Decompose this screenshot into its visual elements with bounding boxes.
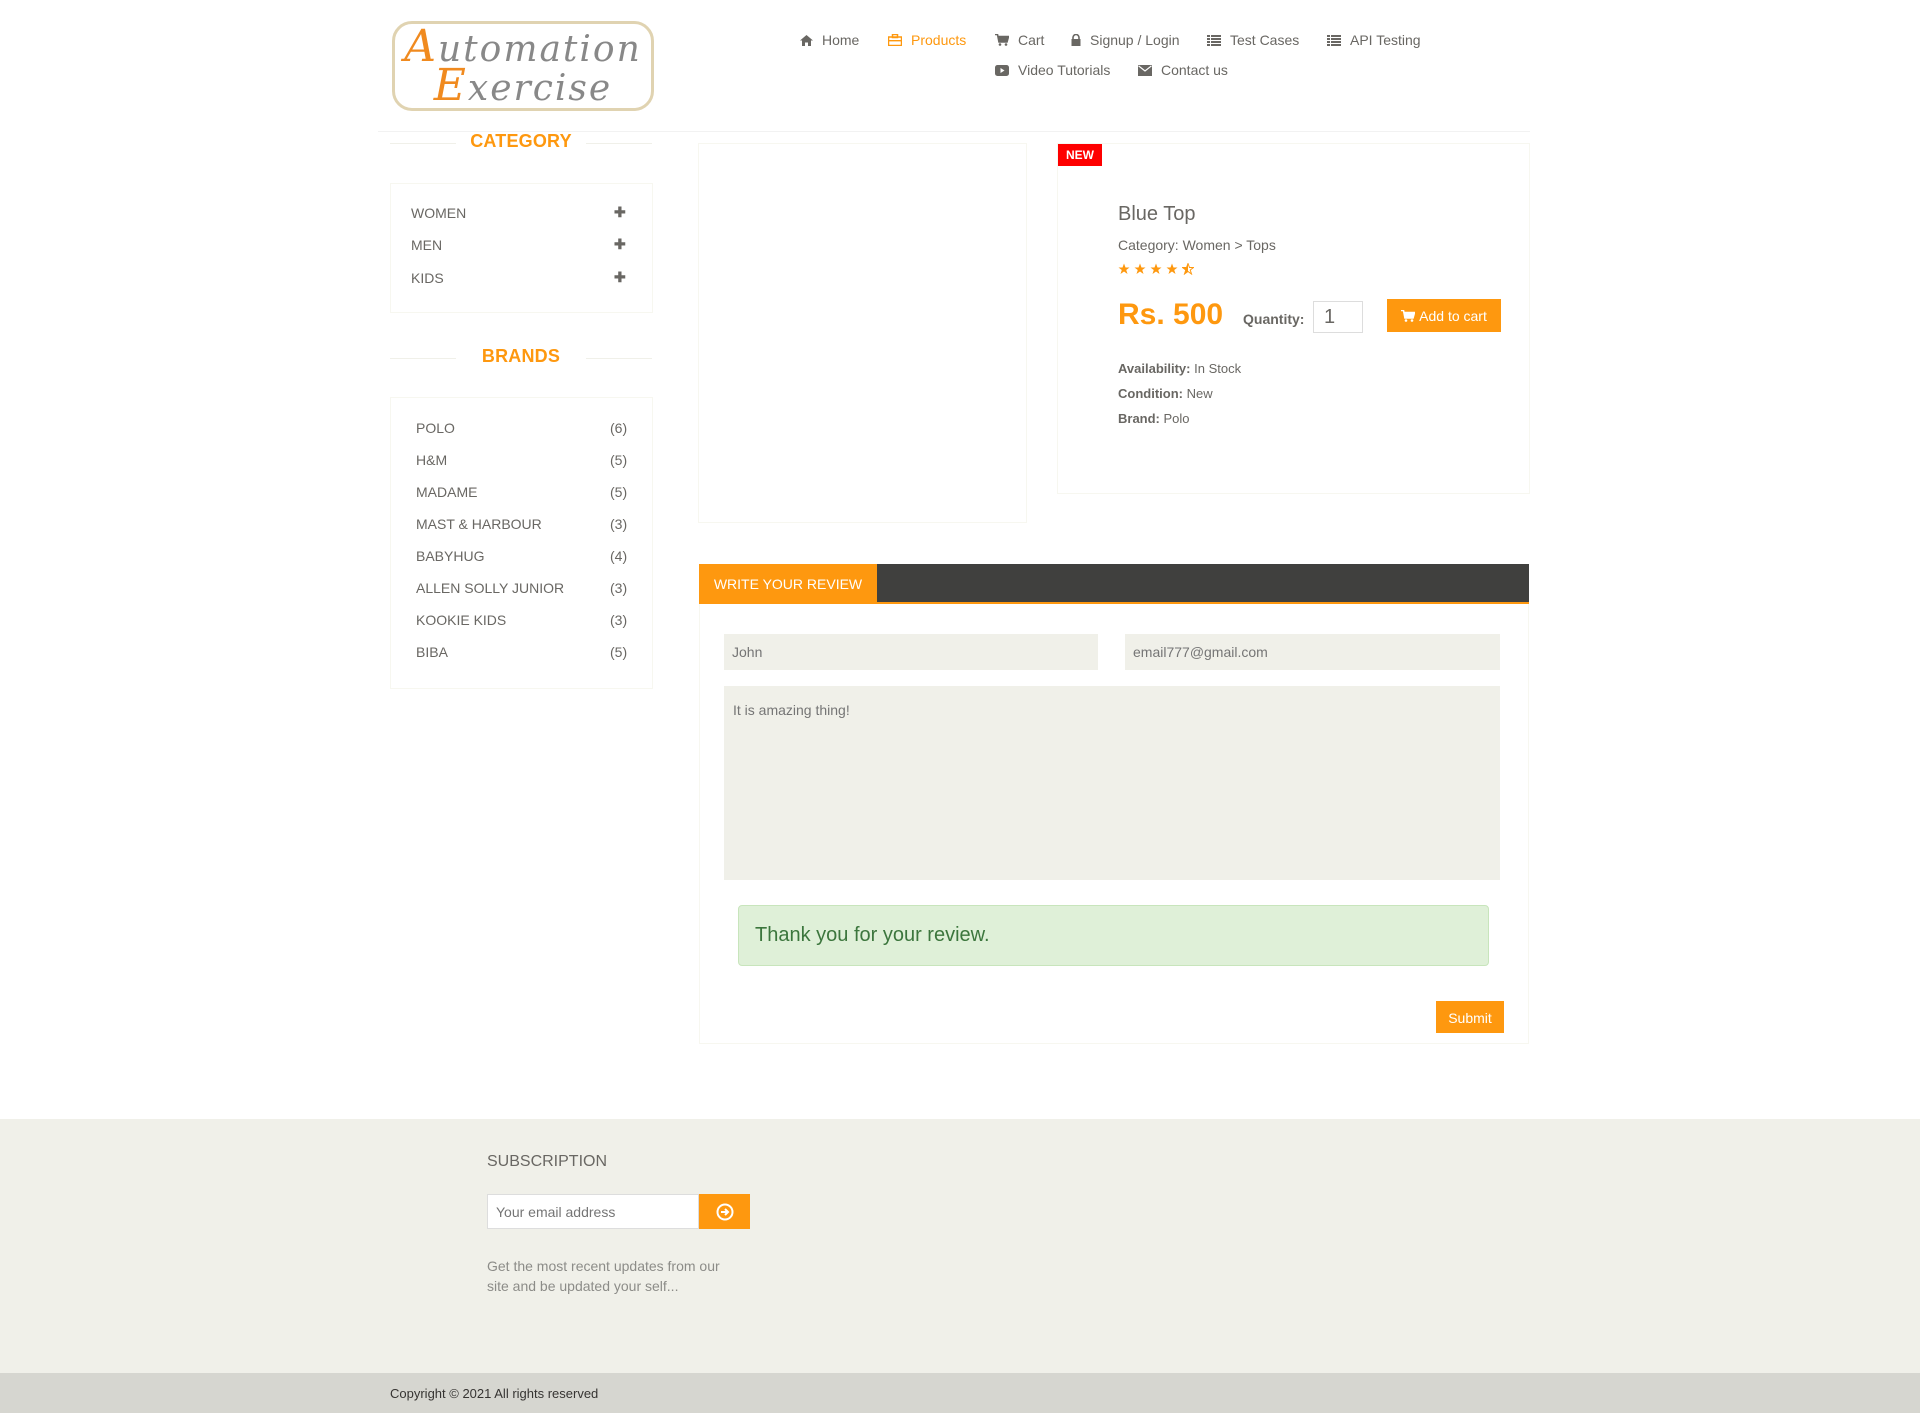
- availability-label: Availability:: [1118, 361, 1191, 376]
- envelope-icon: [1138, 64, 1152, 76]
- subscription-description: Get the most recent updates from our sit…: [487, 1258, 720, 1294]
- youtube-play-icon: [995, 64, 1009, 76]
- subscription-title: SUBSCRIPTION: [487, 1153, 608, 1170]
- brand-allen-solly-junior-count: (3): [610, 580, 628, 596]
- product-category: Category: Women > Tops: [1118, 237, 1276, 253]
- brands-title: BRANDS: [481, 346, 561, 366]
- product-rating: [1118, 263, 1194, 275]
- home-icon: [800, 34, 813, 46]
- quantity-input[interactable]: [1313, 301, 1363, 333]
- star-icon: [1134, 263, 1146, 274]
- list-icon: [1207, 34, 1221, 46]
- brand-madame[interactable]: MADAME: [416, 484, 477, 500]
- logo-text-exercise: xercise: [467, 68, 613, 109]
- review-name-input[interactable]: [724, 634, 1098, 670]
- copyright-bar: [0, 1373, 1920, 1413]
- tab-write-review[interactable]: WRITE YOUR REVIEW: [699, 564, 877, 604]
- star-icon: [1118, 263, 1130, 274]
- lock-icon: [1071, 34, 1081, 46]
- nav-products[interactable]: Products: [888, 32, 966, 48]
- nav-video-tutorials-label: Video Tutorials: [1018, 62, 1111, 78]
- nav-contact-us-label: Contact us: [1161, 62, 1228, 78]
- nav-home-label: Home: [822, 32, 860, 48]
- nav-signup-login-label: Signup / Login: [1090, 32, 1180, 48]
- expand-men-icon[interactable]: ✚: [614, 236, 626, 253]
- expand-kids-icon[interactable]: ✚: [614, 269, 626, 286]
- brand-allen-solly-junior[interactable]: ALLEN SOLLY JUNIOR: [416, 580, 564, 596]
- footer-divider: [378, 1118, 1544, 1119]
- star-half-icon: [1182, 263, 1194, 275]
- nav-signup-login[interactable]: Signup / Login: [1071, 32, 1180, 48]
- nav-test-cases-label: Test Cases: [1230, 32, 1300, 48]
- add-to-cart-button[interactable]: Add to cart: [1387, 299, 1501, 332]
- cart-icon: [995, 34, 1009, 46]
- brand-madame-count: (5): [610, 484, 628, 500]
- condition-label: Condition:: [1118, 386, 1183, 401]
- brand-value: Polo: [1163, 411, 1190, 426]
- brands-title-rule-right: [586, 358, 652, 359]
- nav-video-tutorials[interactable]: Video Tutorials: [995, 62, 1110, 78]
- site-logo[interactable]: Automation Exercise: [392, 21, 654, 111]
- subscription-email-input[interactable]: [487, 1194, 699, 1229]
- category-title-rule-right: [586, 143, 652, 144]
- submit-review-button[interactable]: Submit: [1436, 1001, 1504, 1033]
- brand-mast-harbour[interactable]: MAST & HARBOUR: [416, 516, 542, 532]
- star-icon: [1150, 263, 1162, 274]
- product-price: Rs. 500: [1118, 298, 1224, 331]
- brand-mast-harbour-count: (3): [610, 516, 628, 532]
- category-title-rule-left: [390, 143, 456, 144]
- brand-polo-count: (6): [610, 420, 628, 436]
- briefcase-icon: [888, 34, 902, 46]
- nav-test-cases[interactable]: Test Cases: [1207, 32, 1299, 48]
- review-success-alert: Thank you for your review.: [738, 905, 1489, 966]
- quantity-label: Quantity:: [1243, 311, 1305, 327]
- availability-row: Availability: In Stock: [1118, 361, 1241, 376]
- star-icon: [1166, 263, 1178, 274]
- product-name: Blue Top: [1118, 203, 1196, 225]
- nav-home[interactable]: Home: [800, 32, 859, 48]
- brand-hm-count: (5): [610, 452, 628, 468]
- nav-api-testing-label: API Testing: [1350, 32, 1421, 48]
- condition-row: Condition: New: [1118, 386, 1213, 401]
- brand-polo[interactable]: POLO: [416, 420, 455, 436]
- brand-hm[interactable]: H&M: [416, 452, 447, 468]
- category-men[interactable]: MEN: [411, 237, 442, 253]
- copyright-text: Copyright © 2021 All rights reserved: [390, 1386, 599, 1401]
- list-icon: [1327, 34, 1341, 46]
- arrow-circle-right-icon: [716, 1203, 733, 1220]
- add-to-cart-label: Add to cart: [1419, 307, 1487, 324]
- subscribe-button[interactable]: [699, 1194, 750, 1229]
- brands-title-rule-left: [390, 358, 456, 359]
- footer: [0, 1119, 1920, 1373]
- availability-value: In Stock: [1194, 361, 1242, 376]
- logo-cap-e: E: [433, 60, 468, 111]
- logo-text-automation: utomation: [438, 29, 642, 70]
- brand-kookie-kids[interactable]: KOOKIE KIDS: [416, 612, 506, 628]
- expand-women-icon[interactable]: ✚: [614, 204, 626, 221]
- cart-icon: [1401, 309, 1416, 322]
- brand-babyhug-count: (4): [610, 548, 628, 564]
- nav-contact-us[interactable]: Contact us: [1138, 62, 1228, 78]
- brand-label: Brand:: [1118, 411, 1160, 426]
- brand-biba[interactable]: BIBA: [416, 644, 448, 660]
- review-email-input[interactable]: [1125, 634, 1500, 670]
- nav-cart-label: Cart: [1018, 32, 1045, 48]
- category-kids[interactable]: KIDS: [411, 270, 444, 286]
- new-badge: NEW: [1058, 144, 1102, 166]
- category-title: CATEGORY: [470, 131, 572, 151]
- brand-biba-count: (5): [610, 644, 628, 660]
- nav-cart[interactable]: Cart: [995, 32, 1044, 48]
- category-women[interactable]: WOMEN: [411, 205, 466, 221]
- nav-products-label: Products: [911, 32, 967, 48]
- review-textarea[interactable]: [724, 686, 1500, 880]
- condition-value: New: [1186, 386, 1213, 401]
- brand-row: Brand: Polo: [1118, 411, 1190, 426]
- nav-api-testing[interactable]: API Testing: [1327, 32, 1421, 48]
- brand-kookie-kids-count: (3): [610, 612, 628, 628]
- brand-babyhug[interactable]: BABYHUG: [416, 548, 484, 564]
- product-image-frame: [698, 143, 1027, 523]
